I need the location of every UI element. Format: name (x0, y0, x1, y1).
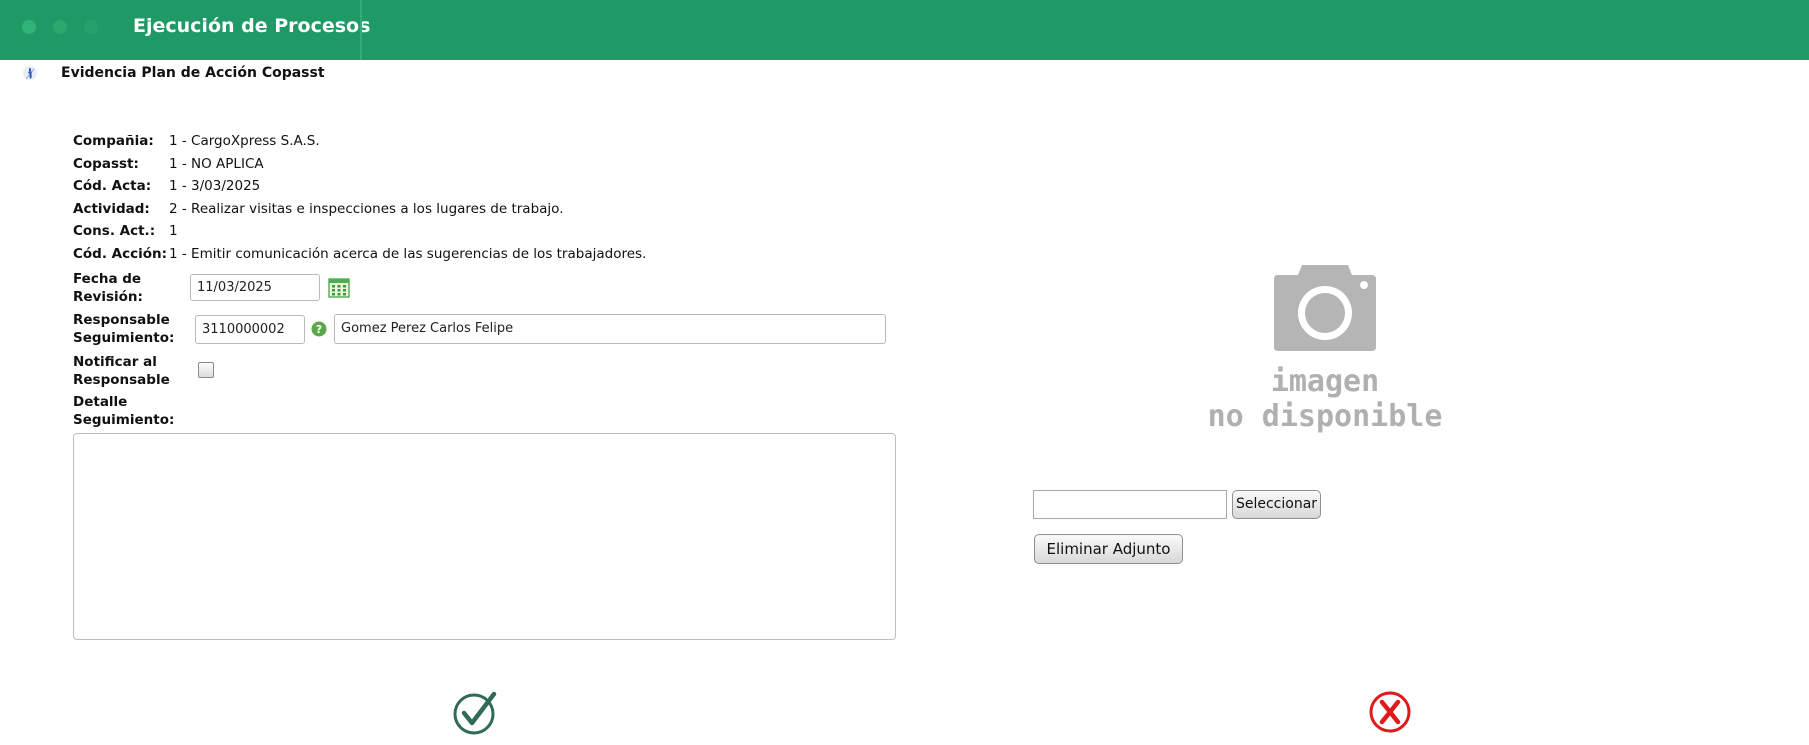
app-title: Ejecución de Procesos (133, 15, 371, 37)
check-circle-icon[interactable] (450, 688, 500, 738)
cons-act-value: 1 (169, 223, 178, 239)
actividad-label: Actividad: (73, 201, 150, 217)
actividad-value: 2 - Realizar visitas e inspecciones a lo… (169, 201, 564, 217)
image-placeholder-line1: imagen (1270, 364, 1380, 399)
header-divider (360, 0, 362, 60)
notificar-checkbox[interactable] (198, 362, 214, 378)
responsable-label: Responsable Seguimiento: (73, 311, 174, 347)
detalle-label-line1: Detalle (73, 394, 128, 410)
window-dots (22, 20, 98, 34)
detalle-label-line2: Seguimiento: (73, 412, 175, 428)
window-dot[interactable] (53, 20, 67, 34)
notificar-label-line2: Responsable (73, 372, 170, 388)
select-file-button[interactable]: Seleccionar (1232, 490, 1321, 519)
svg-text:?: ? (316, 323, 322, 336)
fecha-revision-label-line1: Fecha de (73, 271, 142, 287)
cod-acta-value: 1 - 3/03/2025 (169, 178, 261, 194)
detalle-label: Detalle Seguimiento: (73, 393, 174, 429)
responsable-label-line2: Seguimiento: (73, 330, 175, 346)
compania-label: Compañia: (73, 133, 154, 149)
cod-accion-label: Cód. Acción: (73, 246, 168, 262)
notificar-label: Notificar al Responsable (73, 353, 170, 389)
info-icon (23, 66, 37, 80)
file-path-input[interactable] (1033, 490, 1227, 519)
calendar-icon[interactable] (328, 278, 350, 298)
help-icon[interactable]: ? (311, 321, 327, 337)
window-dot[interactable] (84, 20, 98, 34)
compania-value: 1 - CargoXpress S.A.S. (169, 133, 320, 149)
x-circle-icon[interactable] (1368, 690, 1412, 734)
responsable-code-input[interactable]: 3110000002 (195, 315, 305, 344)
notificar-label-line1: Notificar al (73, 354, 157, 370)
window-dot[interactable] (22, 20, 36, 34)
responsable-label-line1: Responsable (73, 312, 170, 328)
copasst-label: Copasst: (73, 156, 139, 172)
detalle-textarea[interactable] (73, 433, 896, 640)
responsable-name-input[interactable]: Gomez Perez Carlos Felipe (334, 314, 886, 344)
fecha-revision-label-line2: Revisión: (73, 289, 143, 305)
cons-act-label: Cons. Act.: (73, 223, 156, 239)
image-placeholder-line2: no disponible (1207, 399, 1443, 434)
cod-acta-label: Cód. Acta: (73, 178, 152, 194)
header-bar: Ejecución de Procesos (0, 0, 1809, 60)
copasst-value: 1 - NO APLICA (169, 156, 264, 172)
page-title: Evidencia Plan de Acción Copasst (61, 65, 325, 81)
delete-attachment-button[interactable]: Eliminar Adjunto (1034, 534, 1183, 564)
cod-accion-value: 1 - Emitir comunicación acerca de las su… (169, 246, 647, 262)
camera-icon (1274, 265, 1376, 351)
fecha-revision-input[interactable]: 11/03/2025 (190, 274, 320, 301)
fecha-revision-label: Fecha de Revisión: (73, 270, 143, 306)
